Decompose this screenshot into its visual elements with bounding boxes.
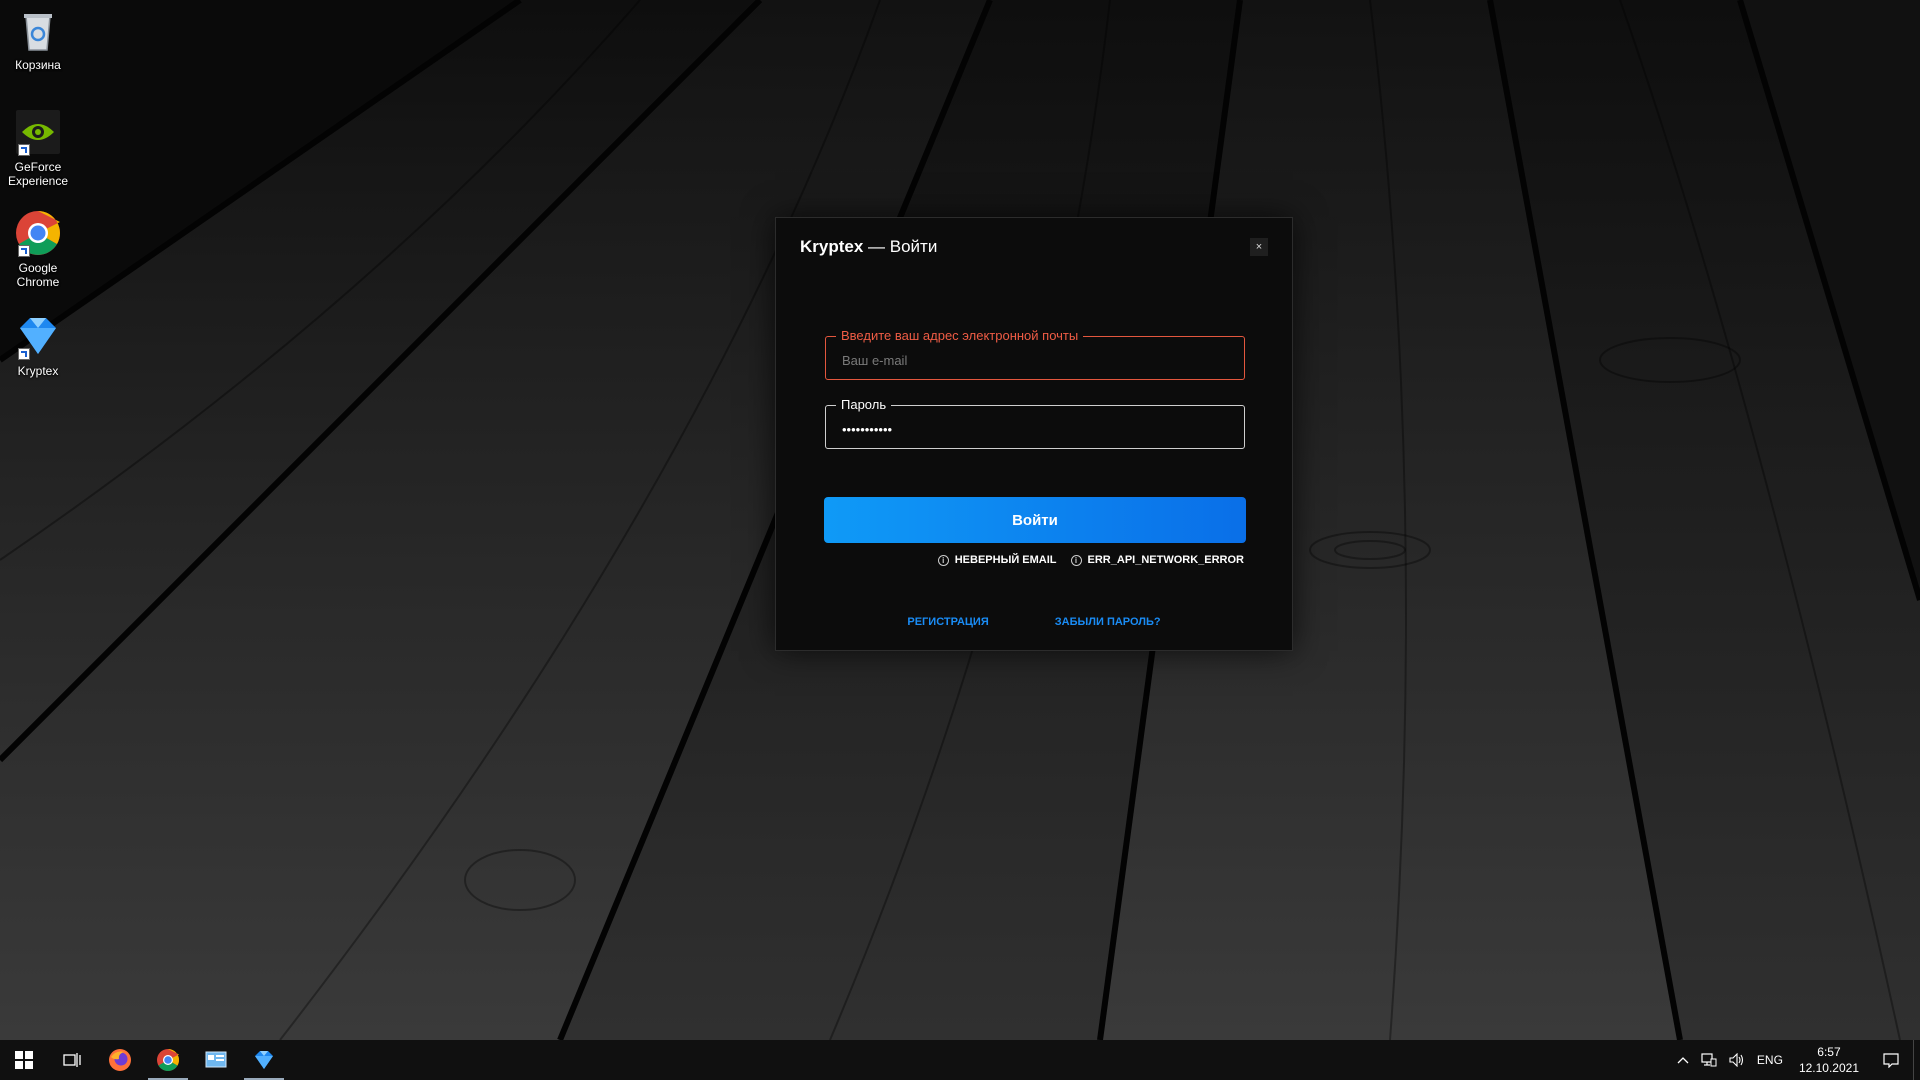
chrome-icon [14, 209, 62, 257]
dialog-title-separator: — [863, 237, 890, 256]
dialog-title-action: Войти [889, 237, 938, 256]
info-icon: i [937, 554, 949, 566]
system-tray: ENG 6:57 12.10.2021 [1671, 1040, 1920, 1080]
error-item: i НЕВЕРНЫЙ EMAIL [937, 554, 1057, 566]
desktop-icon-geforce-experience[interactable]: GeForce Experience [2, 108, 74, 188]
kryptex-icon [14, 312, 62, 360]
task-view-button[interactable] [48, 1040, 96, 1080]
error-text-network: ERR_API_NETWORK_ERROR [1087, 554, 1244, 566]
desktop-icon-recycle-bin[interactable]: Корзина [2, 6, 74, 72]
error-text-invalid-email: НЕВЕРНЫЙ EMAIL [954, 554, 1057, 566]
dialog-title-app: Kryptex [800, 237, 864, 256]
start-button[interactable] [0, 1040, 48, 1080]
email-input[interactable] [826, 337, 1244, 379]
desktop-icon-label: Google Chrome [16, 261, 60, 289]
chrome-icon [157, 1049, 179, 1071]
dialog-title: Kryptex — Войти [800, 237, 937, 257]
forgot-password-link[interactable]: ЗАБЫЛИ ПАРОЛЬ? [1055, 616, 1161, 628]
dialog-links: РЕГИСТРАЦИЯ ЗАБЫЛИ ПАРОЛЬ? [776, 616, 1292, 628]
desktop-icon-kryptex[interactable]: Kryptex [2, 312, 74, 378]
clock-date: 12.10.2021 [1798, 1061, 1859, 1075]
close-button[interactable]: × [1250, 238, 1268, 256]
show-desktop-button[interactable] [1913, 1040, 1920, 1080]
taskbar-control-panel[interactable] [192, 1040, 240, 1080]
network-button[interactable] [1695, 1040, 1723, 1080]
clock-time: 6:57 [1817, 1045, 1841, 1059]
desktop-icon-google-chrome[interactable]: Google Chrome [2, 209, 74, 289]
notification-icon [1883, 1053, 1899, 1068]
password-field: Пароль [825, 397, 1245, 449]
desktop-icon-label: Kryptex [17, 364, 59, 378]
firefox-icon [109, 1049, 131, 1071]
shortcut-arrow-icon [18, 144, 30, 156]
error-messages: i НЕВЕРНЫЙ EMAIL i ERR_API_NETWORK_ERROR [937, 554, 1244, 566]
language-indicator[interactable]: ENG [1751, 1040, 1789, 1080]
notifications-button[interactable] [1869, 1040, 1913, 1080]
tray-overflow-button[interactable] [1671, 1040, 1695, 1080]
desktop-icon-label: GeForce Experience [7, 160, 69, 188]
info-icon: i [1070, 554, 1082, 566]
speaker-icon [1729, 1053, 1743, 1067]
desktop-icon-label: Корзина [15, 58, 61, 72]
error-item: i ERR_API_NETWORK_ERROR [1070, 554, 1244, 566]
shortcut-arrow-icon [18, 348, 30, 360]
kryptex-icon [255, 1051, 273, 1069]
taskbar-firefox[interactable] [96, 1040, 144, 1080]
login-button[interactable]: Войти [824, 497, 1246, 543]
email-field: Введите ваш адрес электронной почты [825, 328, 1245, 380]
taskbar-chrome[interactable] [144, 1040, 192, 1080]
password-input[interactable] [826, 406, 1244, 448]
control-panel-icon [205, 1051, 227, 1068]
volume-button[interactable] [1723, 1040, 1751, 1080]
geforce-experience-icon [14, 108, 62, 156]
taskbar-kryptex[interactable] [240, 1040, 288, 1080]
taskbar: ENG 6:57 12.10.2021 [0, 1040, 1920, 1080]
task-view-icon [63, 1053, 81, 1067]
clock[interactable]: 6:57 12.10.2021 [1789, 1040, 1869, 1080]
start-icon [15, 1051, 33, 1069]
login-dialog: Kryptex — Войти × Введите ваш адрес элек… [775, 217, 1293, 651]
recycle-bin-icon [14, 6, 62, 54]
chevron-up-icon [1677, 1057, 1689, 1064]
network-icon [1701, 1053, 1717, 1067]
register-link[interactable]: РЕГИСТРАЦИЯ [907, 616, 988, 628]
shortcut-arrow-icon [18, 245, 30, 257]
